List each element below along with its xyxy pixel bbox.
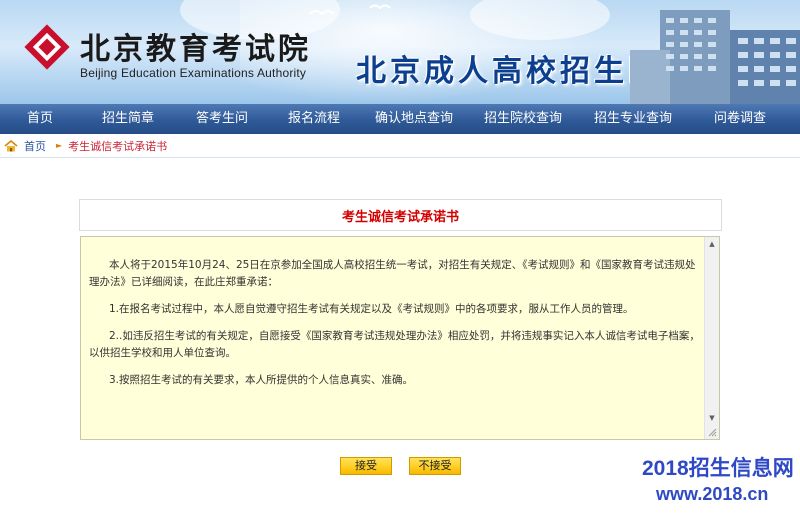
watermark-site-name: 2018招生信息网	[642, 457, 794, 480]
nav-item-admission-guide[interactable]: 招生简章	[80, 104, 176, 134]
scroll-down-icon[interactable]: ▼	[705, 411, 719, 425]
logo-title-en: Beijing Education Examinations Authority	[80, 66, 307, 80]
pledge-intro: 本人将于2015年10月24、25日在京参加全国成人高校招生统一考试，对招生有关…	[89, 259, 696, 288]
nav-item-major-search[interactable]: 招生专业查询	[578, 104, 688, 134]
accept-button[interactable]: 接受	[340, 457, 392, 475]
pledge-scrollbar[interactable]: ▲ ▼	[704, 237, 719, 439]
pledge-item-2: 2..如违反招生考试的有关规定，自愿接受《国家教育考试违规处理办法》相应处罚，并…	[89, 330, 700, 359]
nav-item-survey[interactable]: 问卷调查	[688, 104, 792, 134]
pledge-item-3: 3.按照招生考试的有关要求，本人所提供的个人信息真实、准确。	[109, 374, 414, 386]
buildings-illustration	[630, 10, 800, 104]
beea-logo-icon	[24, 24, 70, 70]
home-icon[interactable]	[4, 139, 18, 152]
breadcrumb: 首页 ► 考生诚信考试承诺书	[0, 134, 800, 158]
nav-item-faq[interactable]: 答考生问	[176, 104, 268, 134]
decline-button[interactable]: 不接受	[409, 457, 461, 475]
pledge-title: 考生诚信考试承诺书	[341, 209, 459, 225]
breadcrumb-current: 考生诚信考试承诺书	[68, 139, 168, 153]
pledge-textarea[interactable]: 本人将于2015年10月24、25日在京参加全国成人高校招生统一考试，对招生有关…	[80, 236, 720, 440]
nav-item-home[interactable]: 首页	[0, 104, 80, 134]
breadcrumb-arrow-icon: ►	[56, 141, 63, 150]
pledge-title-box: 考生诚信考试承诺书	[79, 199, 722, 231]
breadcrumb-home-link[interactable]: 首页	[24, 138, 46, 154]
watermark-url: www.2018.cn	[656, 484, 769, 504]
nav-item-school-search[interactable]: 招生院校查询	[468, 104, 578, 134]
birds-decoration	[309, 4, 391, 16]
header-banner: 北京教育考试院 Beijing Education Examinations A…	[0, 0, 800, 104]
main-nav: 首页 招生简章 答考生问 报名流程 确认地点查询 招生院校查询 招生专业查询 问…	[0, 104, 800, 134]
pledge-item-1: 1.在报名考试过程中，本人愿自觉遵守招生考试有关规定以及《考试规则》中的各项要求…	[109, 303, 634, 315]
nav-item-confirm-location[interactable]: 确认地点查询	[360, 104, 468, 134]
logo-title-cn: 北京教育考试院	[80, 32, 311, 67]
nav-item-registration-process[interactable]: 报名流程	[268, 104, 360, 134]
resize-grip-icon[interactable]	[707, 427, 717, 437]
scroll-up-icon[interactable]: ▲	[705, 237, 719, 251]
pledge-content: 本人将于2015年10月24、25日在京参加全国成人高校招生统一考试，对招生有关…	[89, 257, 701, 399]
